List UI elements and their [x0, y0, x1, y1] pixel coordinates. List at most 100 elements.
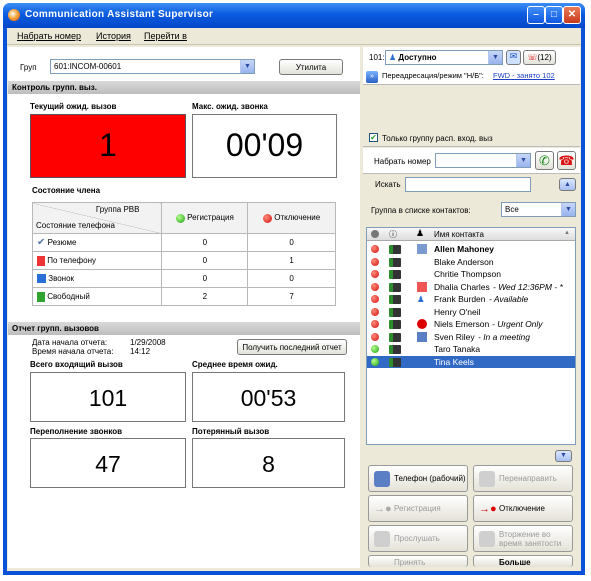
contact-name: Tina Keels [434, 356, 474, 367]
person-icon: ♟ [389, 53, 397, 62]
minimize-button[interactable]: – [527, 6, 545, 24]
presence-select[interactable]: ♟ Доступно ▼ [385, 50, 503, 65]
utility-button[interactable]: Утилита [279, 59, 343, 75]
max-wait-display: 00'09 [192, 114, 337, 178]
extension-label: 101: [369, 53, 385, 62]
dial-input[interactable]: ▼ [435, 153, 531, 168]
maximize-button[interactable]: □ [545, 6, 563, 24]
contact-row[interactable]: Dhalia Charles - Wed 12:36PM - * [367, 281, 575, 294]
app-icon [8, 9, 20, 21]
more-label: Больше [499, 557, 531, 567]
phone-status-icon [389, 345, 401, 354]
row-reg-count: 0 [161, 251, 249, 270]
more-button[interactable]: Больше [473, 555, 573, 567]
contact-list-header: ⓘ ♟ Имя контакта ▲ [367, 228, 575, 241]
control-section-header: Контроль групп. выз. [8, 81, 360, 94]
row-out-count: 0 [247, 233, 336, 252]
total-incoming-display: 101 [30, 372, 186, 422]
group-label: Груп [20, 63, 37, 72]
supervisor-panel: Груп 601:INCOM-00601 ▼ Утилита Контроль … [8, 47, 360, 568]
contact-name-column-header[interactable]: Имя контакта [434, 230, 484, 239]
contact-list[interactable]: ⓘ ♟ Имя контакта ▲ Allen Mahoney Blake An… [366, 227, 576, 445]
title-bar[interactable]: Communication Assistant Supervisor – □ ✕ [3, 3, 585, 28]
phone-status-icon [389, 245, 401, 254]
dial-label: Набрать номер [374, 157, 431, 166]
contact-name: Dhalia Charles [434, 281, 490, 292]
action-buttons: Телефон (рабочий) Перенаправить →● Регис… [366, 464, 577, 565]
contact-row[interactable]: Tina Keels [367, 355, 575, 368]
missed-calls-button[interactable]: ☏(12) [523, 50, 556, 65]
contact-name: Chritie Thompson [434, 269, 501, 279]
client-area: Набрать номер История Перейти в Груп 601… [7, 28, 581, 571]
menu-go-to[interactable]: Перейти в [144, 31, 187, 41]
get-latest-report-button[interactable]: Получить последний отчет [237, 339, 347, 355]
urgent-icon [417, 319, 427, 329]
presence-column-icon[interactable] [371, 230, 379, 238]
row-label: Свободный [47, 291, 90, 301]
desk-phone-icon [374, 471, 390, 487]
contact-group-select[interactable]: Все ▼ [501, 202, 576, 217]
green-presence-icon [371, 345, 379, 353]
redirect-button[interactable]: Перенаправить [473, 465, 573, 492]
contacts-panel: 101: ♟ Доступно ▼ ✉ ☏(12) » Переадресаци… [363, 47, 580, 568]
overflow-display: 47 [30, 438, 186, 488]
contact-row[interactable]: ♟ Frank Burden - Available [367, 293, 575, 306]
menu-history[interactable]: История [96, 31, 131, 41]
accept-button[interactable]: Принять [368, 555, 468, 567]
phone-busy-icon [37, 255, 45, 266]
menu-dial[interactable]: Набрать номер [17, 31, 81, 41]
barge-in-label: Вторжение во время занятости [499, 529, 562, 548]
collapse-up-icon[interactable]: ▲ [559, 178, 576, 191]
row-label: Звонок [48, 273, 75, 283]
contact-row[interactable]: Blake Anderson [367, 256, 575, 269]
group-select[interactable]: 601:INCOM-00601 ▼ [50, 59, 255, 74]
person-column-icon[interactable]: ♟ [416, 228, 424, 239]
pc-icon [417, 244, 427, 254]
logout-icon: →● [479, 503, 497, 515]
row-reg-count: 2 [161, 287, 249, 306]
red-presence-icon [371, 320, 379, 328]
redirect-label: Перенаправить [499, 474, 557, 483]
info-column-icon[interactable]: ⓘ [389, 229, 397, 240]
overflow-label: Переполнение звонков [30, 427, 123, 436]
contact-name: Henry O'neil [434, 306, 481, 317]
headset-icon [374, 531, 390, 547]
message-icon[interactable]: ✉ [506, 50, 521, 65]
contact-name: Blake Anderson [434, 256, 494, 267]
call-button[interactable]: ✆ [535, 151, 554, 170]
search-input[interactable] [405, 177, 531, 192]
contact-row[interactable]: Henry O'neil [367, 306, 575, 319]
login-button[interactable]: →● Регистрация [368, 495, 468, 522]
expand-down-icon[interactable]: ▼ [555, 450, 572, 462]
close-button[interactable]: ✕ [563, 6, 581, 24]
lost-calls-value: 8 [262, 451, 275, 477]
phone-work-button[interactable]: Телефон (рабочий) [368, 465, 468, 492]
hang-up-button[interactable]: ☎ [557, 151, 576, 170]
chevron-down-icon: ▼ [516, 154, 530, 167]
avg-wait-display: 00'53 [192, 372, 345, 422]
app-window: Communication Assistant Supervisor – □ ✕… [3, 3, 585, 575]
only-group-checkbox[interactable]: ✔ [369, 133, 378, 142]
forward-label: Переадресация/режим "Н/Б": [382, 71, 484, 80]
phone-status-icon [389, 332, 401, 342]
contact-row[interactable]: Allen Mahoney [367, 243, 575, 256]
forward-icon[interactable]: » [366, 71, 378, 83]
contact-row[interactable]: Taro Tanaka [367, 343, 575, 356]
contact-name: Frank Burden [434, 294, 486, 304]
group-select-value: 601:INCOM-00601 [54, 62, 122, 71]
row-out-count: 1 [247, 251, 336, 270]
missed-call-icon: ☏ [527, 53, 538, 62]
header-phone-state: Состояние телефона [36, 221, 115, 230]
barge-in-button[interactable]: Вторжение во время занятости [473, 525, 573, 552]
col-registration-header: Регистрация [161, 202, 249, 234]
listen-button[interactable]: Прослушать [368, 525, 468, 552]
phone-busy-icon [417, 281, 427, 292]
logout-button[interactable]: →● Отключение [473, 495, 573, 522]
forward-value-link[interactable]: FWD - занято 102 [493, 71, 555, 80]
contact-row[interactable]: Niels Emerson - Urgent Only [367, 318, 575, 331]
red-presence-icon [371, 245, 379, 253]
start-date-value: 1/29/2008 [130, 338, 166, 347]
contact-row[interactable]: Sven Riley - In a meeting [367, 331, 575, 344]
table-row: По телефону 0 1 [31, 251, 336, 270]
contact-row[interactable]: Chritie Thompson [367, 268, 575, 281]
